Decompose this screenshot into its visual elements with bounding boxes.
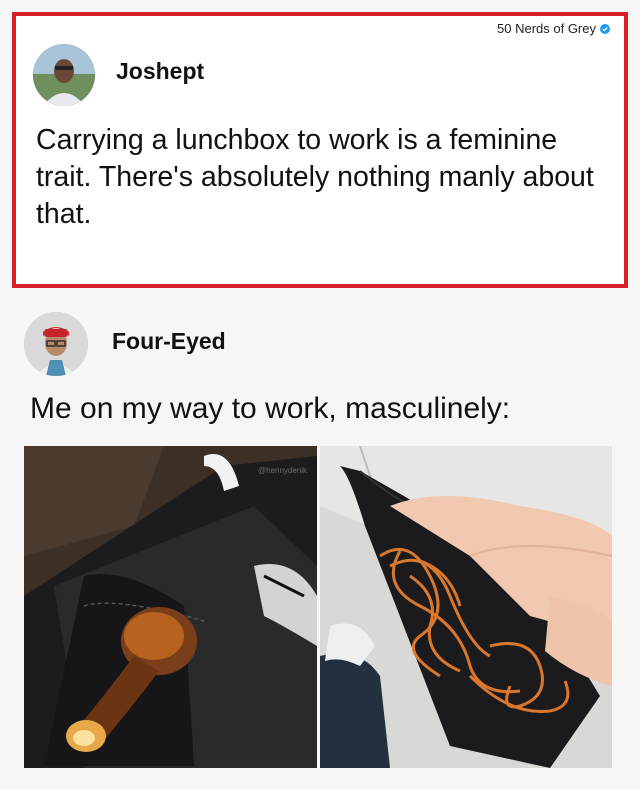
watermark-text: 50 Nerds of Grey: [497, 21, 596, 36]
post-text: Me on my way to work, masculinely:: [30, 392, 511, 425]
avatar[interactable]: [24, 312, 88, 376]
photo-chicken-pocket[interactable]: [24, 446, 317, 768]
avatar[interactable]: [33, 44, 95, 106]
author-name[interactable]: Joshept: [116, 58, 204, 85]
post-text: Carrying a lunchbox to work is a feminin…: [36, 124, 594, 230]
source-watermark: 50 Nerds of Grey: [497, 21, 610, 36]
author-name[interactable]: Four-Eyed: [112, 328, 226, 355]
verified-badge-icon: [600, 23, 610, 34]
photo-watermark: @hennydenik: [258, 466, 308, 475]
highlighted-post: 50 Nerds of Grey Joshept Carrying a lunc…: [12, 12, 628, 288]
photo-spaghetti-wallet[interactable]: [320, 446, 612, 768]
